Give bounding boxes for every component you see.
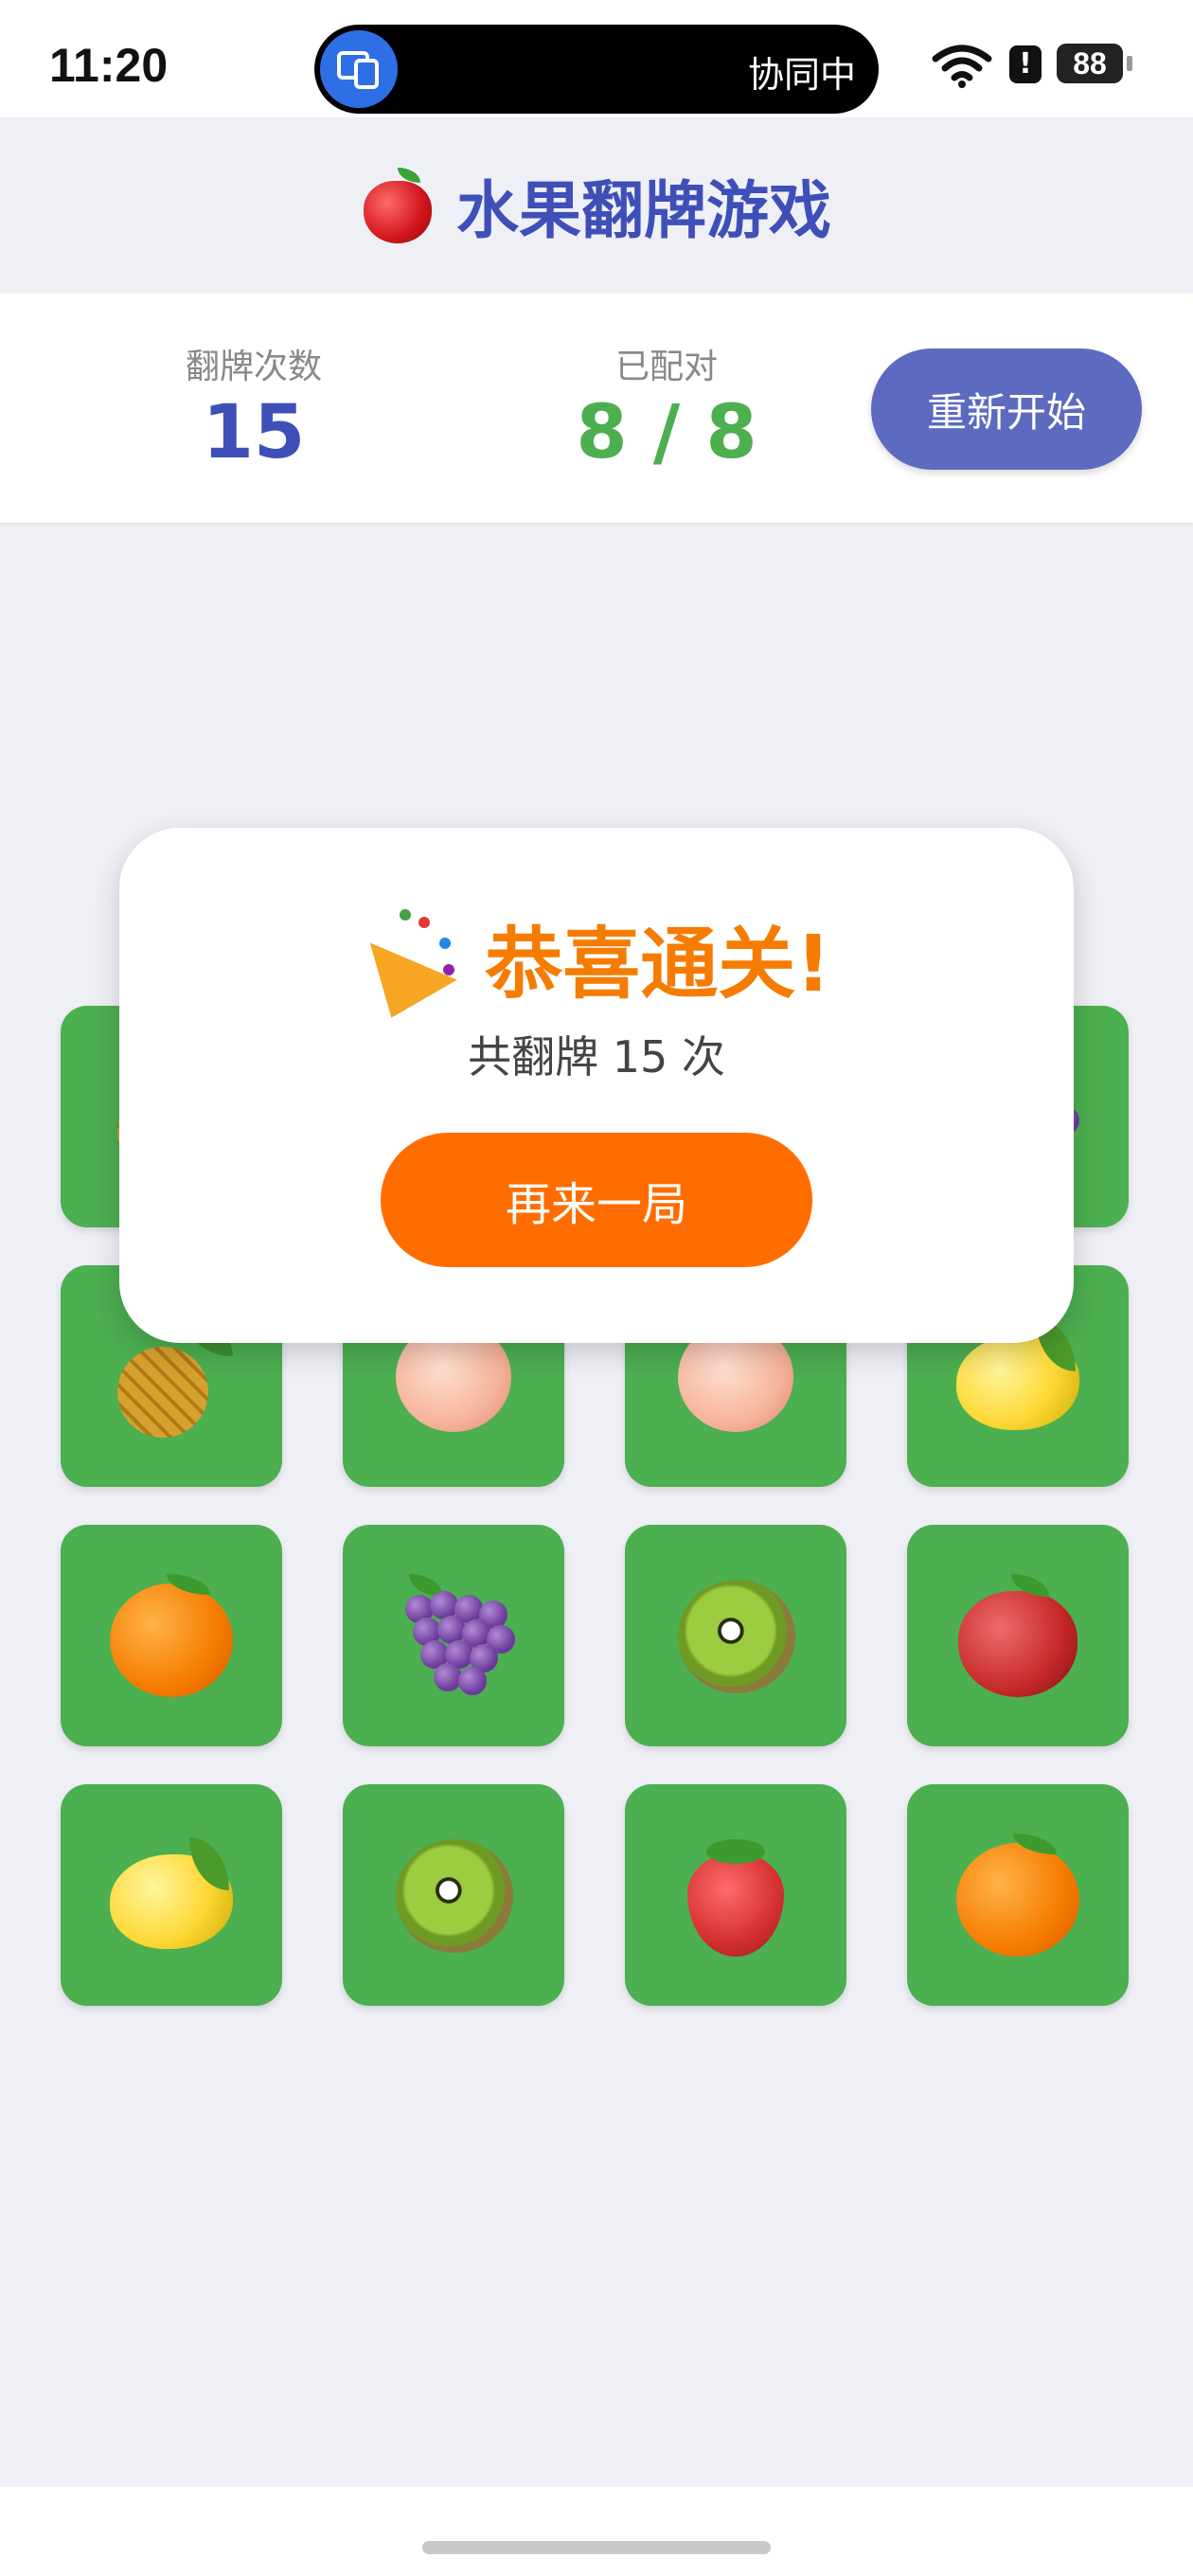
restart-button[interactable]: 重新开始 (871, 349, 1142, 470)
strawberry-icon (674, 1834, 797, 1957)
play-again-button[interactable]: 再来一局 (381, 1133, 812, 1267)
kiwi-icon (392, 1834, 515, 1957)
battery-icon: 88 (1057, 44, 1132, 83)
dialog-title-row: 恭喜通关! (119, 900, 1074, 1018)
dialog-summary: 共翻牌 15 次 (468, 1031, 725, 1082)
stats-panel: 翻牌次数 15 已配对 8 / 8 重新开始 (0, 294, 1193, 523)
win-dialog: 恭喜通关! 共翻牌 15 次 再来一局 (119, 828, 1074, 1343)
apple-icon (362, 168, 434, 243)
status-bar: 11:20 协同中 ! 88 (0, 0, 1193, 117)
apple-icon (956, 1574, 1079, 1697)
kiwi-icon (674, 1574, 797, 1697)
grapes-icon (392, 1574, 515, 1697)
status-icons: ! 88 (932, 42, 1140, 89)
flips-stat: 翻牌次数 15 (112, 339, 396, 475)
card[interactable] (625, 1784, 846, 2006)
orange-icon (956, 1834, 1079, 1957)
status-time: 11:20 (49, 39, 169, 92)
card[interactable] (625, 1525, 846, 1746)
dialog-title: 恭喜通关! (485, 919, 831, 1010)
title-bar: 水果翻牌游戏 (0, 117, 1193, 294)
screen-share-icon (320, 30, 398, 108)
flips-value: 15 (202, 390, 306, 475)
card[interactable] (61, 1784, 282, 2006)
wifi-icon (932, 45, 992, 88)
pairs-label: 已配对 (614, 348, 718, 386)
pairs-value: 8 / 8 (576, 390, 757, 475)
card[interactable] (343, 1525, 564, 1746)
page-title: 水果翻牌游戏 (456, 174, 831, 247)
party-popper-icon (353, 909, 457, 1018)
dynamic-island[interactable]: 协同中 (314, 25, 879, 114)
card[interactable] (907, 1525, 1129, 1746)
flips-label: 翻牌次数 (185, 348, 322, 386)
collab-status-text: 协同中 (747, 54, 856, 96)
orange-icon (110, 1574, 233, 1697)
pairs-stat: 已配对 8 / 8 (525, 339, 809, 475)
bottom-bar (0, 2487, 1193, 2576)
card[interactable] (343, 1784, 564, 2006)
home-indicator[interactable] (422, 2541, 771, 2554)
card[interactable] (907, 1784, 1129, 2006)
lemon-icon (110, 1834, 233, 1957)
alert-icon: ! (1009, 45, 1042, 83)
card[interactable] (61, 1525, 282, 1746)
